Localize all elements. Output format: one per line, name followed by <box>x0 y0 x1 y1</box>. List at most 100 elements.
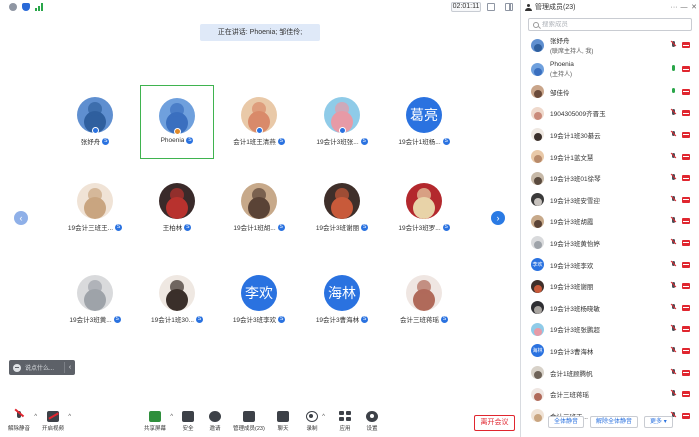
microphone-on-icon[interactable] <box>670 87 676 96</box>
manage-members-button[interactable]: 管理成员(23) <box>233 411 265 432</box>
participant-tile[interactable]: 会计1班王清燕 S <box>222 85 296 159</box>
video-off-icon[interactable] <box>682 42 690 48</box>
video-off-icon[interactable] <box>682 391 690 398</box>
member-row[interactable]: 19会计3班黄怡婷 <box>521 232 699 254</box>
microphone-muted-icon[interactable] <box>670 217 676 225</box>
share-screen-button[interactable]: 共享屏幕 ^ <box>144 411 173 432</box>
microphone-muted-icon[interactable] <box>670 109 676 117</box>
participant-tile[interactable]: 张妤舟 S <box>58 85 132 159</box>
microphone-muted-icon[interactable] <box>670 346 676 355</box>
microphone-on-icon[interactable] <box>670 65 676 73</box>
participant-tile[interactable]: 19会计3班黄... S <box>58 263 132 337</box>
microphone-muted-icon[interactable] <box>670 41 676 49</box>
video-off-icon[interactable] <box>682 131 690 138</box>
apps-button[interactable]: 应用 <box>339 411 351 432</box>
chevron-up-icon[interactable]: ^ <box>170 414 173 420</box>
mute-all-button[interactable]: 全体静音 <box>548 416 585 428</box>
microphone-muted-icon[interactable] <box>670 325 676 333</box>
microphone-muted-icon[interactable] <box>670 130 676 139</box>
member-row[interactable]: 1904305009齐晋玉 <box>521 103 699 125</box>
chevron-up-icon[interactable]: ^ <box>34 414 37 420</box>
chevron-up-icon[interactable]: ^ <box>68 414 71 420</box>
chevron-up-icon[interactable]: ^ <box>322 414 325 420</box>
toggle-sidebar-icon[interactable] <box>505 3 513 11</box>
minimize-icon[interactable]: — <box>679 4 689 11</box>
microphone-muted-icon[interactable] <box>670 174 676 182</box>
participant-tile[interactable]: 海林 19会计3曹海林 S <box>305 263 379 337</box>
quick-chat-placeholder[interactable]: 说点什么... <box>25 363 64 372</box>
video-off-icon[interactable] <box>682 326 690 333</box>
chat-button[interactable]: 聊天 <box>277 411 289 432</box>
participant-tile[interactable]: 19会计1班胡... S <box>222 171 296 245</box>
participant-tile[interactable]: 19会计3班谢丽 S <box>305 171 379 245</box>
member-row[interactable]: Phoenia (主持人) <box>521 57 699 81</box>
prev-page-button[interactable]: ‹ <box>14 211 28 225</box>
member-row[interactable]: 张妤舟 (联席主持人, 我) <box>521 33 699 57</box>
video-off-icon[interactable] <box>682 283 690 290</box>
member-row[interactable]: 19会计3班杨晓敏 <box>521 297 699 319</box>
participant-tile[interactable]: 王柏林 S <box>140 171 214 245</box>
video-off-icon[interactable] <box>682 304 690 311</box>
member-search-box[interactable] <box>528 18 692 31</box>
chevron-left-icon[interactable]: ‹ <box>65 364 75 371</box>
video-off-icon[interactable] <box>682 153 690 160</box>
microphone-muted-icon[interactable] <box>670 282 676 290</box>
member-row[interactable]: 19会计3班胡霞 <box>521 211 699 233</box>
meeting-info-icon[interactable] <box>9 3 17 11</box>
leave-meeting-button[interactable]: 离开会议 <box>474 415 515 431</box>
video-off-icon[interactable] <box>682 218 690 225</box>
participant-tile[interactable]: 19会计3班罗... S <box>387 171 461 245</box>
security-button[interactable]: 安全 <box>182 411 194 432</box>
video-off-icon[interactable] <box>682 261 690 268</box>
microphone-muted-icon[interactable] <box>670 260 676 269</box>
fullscreen-icon[interactable] <box>487 3 495 11</box>
microphone-muted-icon[interactable] <box>670 368 676 377</box>
participant-tile[interactable]: 会计三班蒋瑶 S <box>387 263 461 337</box>
record-button[interactable]: 录制 ^ <box>306 411 325 432</box>
member-row[interactable]: 19会计1蓝文慧 <box>521 146 699 168</box>
video-off-icon[interactable] <box>682 239 690 246</box>
participant-tile[interactable]: Phoenia S <box>140 85 214 159</box>
microphone-muted-icon[interactable] <box>670 303 676 312</box>
participant-tile[interactable]: 19会计三班王... S <box>58 171 132 245</box>
settings-button[interactable]: 设置 <box>366 411 378 432</box>
encryption-shield-icon[interactable] <box>22 3 30 11</box>
video-off-icon[interactable] <box>682 175 690 182</box>
member-list[interactable]: 张妤舟 (联席主持人, 我) Phoenia (主持人) 邹佳伶 1904305009齐晋… <box>521 33 699 427</box>
member-search-input[interactable] <box>542 21 682 28</box>
video-off-icon[interactable] <box>682 66 690 72</box>
member-row[interactable]: 海林 19会计3曹海林 <box>521 340 699 362</box>
video-off-icon[interactable] <box>682 369 690 376</box>
member-row[interactable]: 19会计1班30綦云 <box>521 124 699 146</box>
unmute-all-button[interactable]: 解除全体静音 <box>590 416 639 428</box>
video-off-icon[interactable] <box>682 196 690 203</box>
member-row[interactable]: 19会计3班安雪迎 <box>521 189 699 211</box>
member-row[interactable]: 19会计3班张鹏超 <box>521 319 699 341</box>
next-page-button[interactable]: › <box>491 211 505 225</box>
member-row[interactable]: 邹佳伶 <box>521 81 699 103</box>
invite-button[interactable]: 邀请 <box>209 411 221 432</box>
quick-chat-box[interactable]: 说点什么... ‹ <box>9 360 75 375</box>
video-off-icon[interactable] <box>682 88 690 95</box>
participant-tile[interactable]: 葛亮 19会计1班杨... S <box>387 85 461 159</box>
member-row[interactable]: 会计三班蒋瑶 <box>521 383 699 405</box>
network-signal-icon[interactable] <box>35 3 43 11</box>
member-row[interactable]: 会计1班顾腾帆 <box>521 362 699 384</box>
member-row[interactable]: 李欢 19会计3班李欢 <box>521 254 699 276</box>
participant-tile[interactable]: 李欢 19会计3班李欢 S <box>222 263 296 337</box>
microphone-muted-icon[interactable] <box>670 195 676 204</box>
microphone-muted-icon[interactable] <box>670 152 676 161</box>
unmute-button[interactable]: 解除静音 ^ <box>8 411 37 432</box>
close-panel-icon[interactable]: ✕ <box>689 3 699 11</box>
video-off-icon[interactable] <box>682 347 690 354</box>
microphone-muted-icon[interactable] <box>670 390 676 398</box>
video-off-icon[interactable] <box>682 110 690 117</box>
member-row[interactable]: 19会计3班谢丽 <box>521 275 699 297</box>
more-actions-button[interactable]: 更多 ▾ <box>644 416 673 428</box>
more-options-icon[interactable]: ··· <box>669 4 679 11</box>
participant-tile[interactable]: 19会计3班张... S <box>305 85 379 159</box>
microphone-muted-icon[interactable] <box>670 238 676 247</box>
participant-tile[interactable]: 19会计1班30... S <box>140 263 214 337</box>
start-video-button[interactable]: 开启视频 ^ <box>42 411 71 432</box>
member-row[interactable]: 19会计3班01徐琴 <box>521 167 699 189</box>
